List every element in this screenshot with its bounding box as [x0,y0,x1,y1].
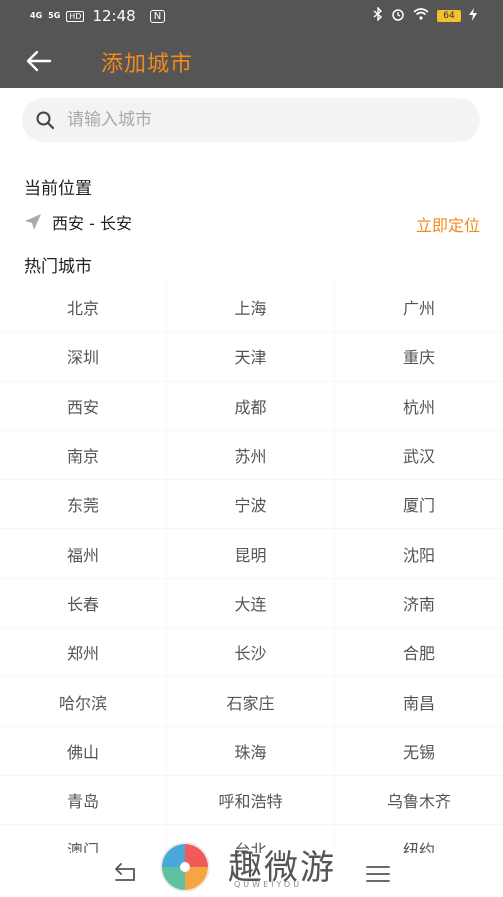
city-item[interactable]: 大连 [167,578,335,629]
city-item[interactable]: 长沙 [167,628,335,678]
city-item[interactable]: 纽约 [335,825,503,853]
current-location-title: 当前位置 [24,179,92,199]
city-item[interactable]: 郑州 [0,628,167,678]
city-item[interactable]: 无锡 [335,727,503,776]
watermark-logo-icon [160,842,210,892]
network-4g-indicator: 4G [30,11,43,20]
current-location-text: 西安 - 长安 [52,214,132,233]
city-item[interactable]: 呼和浩特 [167,775,335,826]
city-item[interactable]: 西安 [0,381,167,431]
city-item[interactable]: 珠海 [167,726,335,776]
battery-icon: 64 [437,10,461,22]
search-icon [36,111,55,130]
location-arrow-icon [25,214,41,230]
watermark-subtext: QUWEIYOU [234,880,303,889]
status-right: 64 [373,0,477,32]
wifi-icon [413,8,429,24]
city-item[interactable]: 成都 [167,381,335,431]
city-item[interactable]: 深圳 [0,332,167,382]
current-location-row: 西安 - 长安 立即定位 [24,210,482,236]
city-item[interactable]: 南昌 [335,677,503,727]
city-item[interactable]: 宁波 [167,480,335,530]
city-item[interactable]: 澳门 [0,825,167,853]
city-item[interactable]: 济南 [335,579,503,629]
city-item[interactable]: 福州 [0,529,167,579]
charging-icon [469,7,477,25]
city-item[interactable]: 苏州 [167,430,335,481]
city-item[interactable]: 广州 [335,283,503,333]
city-item[interactable]: 东莞 [0,480,167,530]
city-item[interactable]: 合肥 [335,628,503,678]
status-bar: 4G 5G HD 12:48 N 64 [0,0,503,32]
city-item[interactable]: 天津 [167,332,335,382]
city-item[interactable]: 沈阳 [335,529,503,579]
city-item[interactable]: 青岛 [0,775,167,826]
watermark: 趣微游 QUWEIYOU [158,838,358,896]
city-item[interactable]: 上海 [167,283,335,333]
search-box[interactable] [22,98,480,142]
app-bar: 添加城市 [0,32,503,88]
city-item[interactable]: 石家庄 [167,677,335,727]
hot-cities-title: 热门城市 [24,257,92,277]
city-item[interactable]: 杭州 [335,382,503,431]
city-item[interactable]: 哈尔滨 [0,677,167,727]
city-item[interactable]: 乌鲁木齐 [335,776,503,826]
alarm-icon [391,7,405,25]
city-item[interactable]: 南京 [0,430,167,481]
bluetooth-icon [373,6,383,25]
status-left: 4G 5G HD 12:48 N [30,7,166,25]
hd-indicator: HD [66,10,85,22]
locate-now-button[interactable]: 立即定位 [416,212,480,236]
city-item[interactable]: 昆明 [167,529,335,579]
city-item[interactable]: 重庆 [335,332,503,382]
back-arrow-icon[interactable] [26,50,52,72]
nfc-icon: N [149,9,166,23]
hot-cities-grid: 北京 上海 广州深圳 天津 重庆西安 成都 杭州南京 苏州 武汉东莞 宁波 厦门福州 昆明 沈阳长春 大连… [0,283,503,853]
city-item[interactable]: 北京 [0,283,167,333]
city-item[interactable]: 长春 [0,578,167,629]
city-item[interactable]: 武汉 [335,431,503,481]
nav-back-icon[interactable] [112,863,140,885]
city-item[interactable]: 厦门 [335,480,503,530]
network-5g-indicator: 5G [48,11,61,20]
nav-menu-icon[interactable] [366,865,390,883]
city-item[interactable]: 佛山 [0,726,167,776]
status-time: 12:48 [92,7,136,25]
search-input[interactable] [65,109,449,131]
page-title: 添加城市 [101,52,194,77]
